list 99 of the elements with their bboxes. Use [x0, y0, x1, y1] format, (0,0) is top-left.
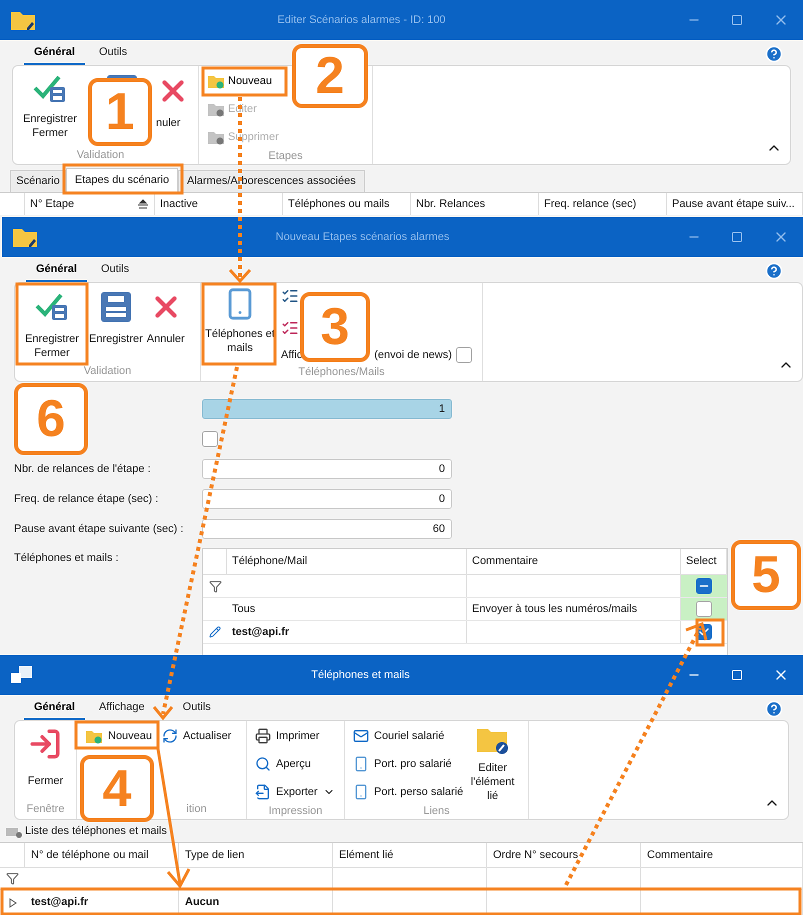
table-cell-text: Envoyer à tous les numéros/mails: [472, 602, 638, 617]
mail-icon: [353, 728, 369, 744]
window-title: Editer Scénarios alarmes - ID: 100: [276, 12, 447, 28]
group-label: Etapes: [267, 149, 304, 164]
save-close-button[interactable]: Enregistrer Fermer: [19, 289, 85, 360]
new-button[interactable]: Nouveau: [85, 725, 152, 747]
tab[interactable]: Etapes du scénario: [66, 168, 178, 192]
maximize-icon[interactable]: [731, 14, 743, 26]
group-label: Téléphones/Mails: [297, 364, 386, 380]
filter-icon[interactable]: [208, 580, 222, 592]
ribbon-button[interactable]: Nouveau: [207, 70, 272, 92]
table-cell-text: Tous: [232, 602, 256, 617]
group-label: Fenêtre: [26, 802, 64, 816]
callout-number: 6: [14, 383, 88, 455]
row-pointer-icon: [8, 898, 16, 908]
checklist-icon: [281, 319, 299, 337]
refresh-button[interactable]: Actualiser: [162, 725, 232, 747]
callout-number: 3: [300, 292, 370, 362]
field-label: Pause avant étape suivante (sec) :: [14, 522, 184, 535]
link-button[interactable]: Couriel salarié: [353, 725, 444, 747]
sort-icon: [137, 199, 149, 209]
column-header[interactable]: Ordre N° secours: [487, 843, 641, 867]
folder-icon: [207, 73, 225, 89]
help-icon[interactable]: [765, 45, 783, 63]
field-label: Nbr. de relances de l'étape :: [14, 462, 151, 475]
checkbox[interactable]: [696, 578, 712, 594]
column-header[interactable]: Commentaire: [467, 549, 681, 574]
table-cell-text: test@api.fr: [31, 895, 88, 910]
readonly-field: 1: [202, 399, 452, 419]
number-field[interactable]: 0: [202, 459, 452, 479]
export-button[interactable]: Exporter: [255, 781, 335, 803]
column-header[interactable]: Type de lien: [179, 843, 333, 867]
checkbox[interactable]: [202, 431, 218, 447]
highlight-frame: [696, 618, 724, 646]
print-button[interactable]: Imprimer: [255, 725, 320, 747]
column-header[interactable]: Commentaire: [641, 843, 803, 867]
folder-icon: [207, 101, 225, 117]
group-label: ition: [185, 802, 208, 816]
help-icon[interactable]: [765, 700, 783, 718]
folder-icon: [12, 226, 38, 248]
column-header[interactable]: Téléphone/Mail: [227, 549, 467, 574]
option-label: (envoi de news): [374, 348, 452, 363]
group-label: Impression: [268, 804, 324, 819]
window-title: Téléphones et mails: [310, 668, 411, 683]
group-label: Validation: [76, 148, 126, 162]
folder-icon: [85, 728, 103, 744]
refresh-icon: [162, 728, 178, 744]
column-header[interactable]: Select: [681, 549, 727, 574]
ribbon-tab[interactable]: Outils: [88, 44, 138, 65]
smartphone-icon: [353, 784, 369, 800]
save-close-button[interactable]: Enregistrer Fermer: [20, 74, 80, 140]
callout-number: 5: [731, 540, 801, 610]
link-button[interactable]: Port. perso salarié: [353, 781, 464, 803]
link-button[interactable]: Port. pro salarié: [353, 753, 452, 775]
checklist-icon: [281, 287, 299, 305]
ribbon-tab[interactable]: Outils: [172, 698, 221, 720]
check-save-icon: [33, 74, 67, 104]
cancel-button[interactable]: Annuler: [146, 289, 185, 346]
checkbox[interactable]: [696, 601, 712, 617]
folder-icon: [10, 9, 36, 31]
cancel-button[interactable]: nuler: [156, 74, 190, 130]
tab[interactable]: Scénario: [10, 170, 66, 192]
printer-icon: [255, 728, 271, 744]
magnifier-icon: [255, 756, 271, 772]
checkbox[interactable]: [456, 347, 472, 364]
callout-number: 2: [292, 44, 368, 108]
column-header[interactable]: Elément lié: [333, 843, 487, 867]
export-icon: [255, 784, 271, 800]
check-save-icon: [35, 292, 69, 322]
list-title: Liste des téléphones et mails: [25, 824, 167, 840]
tab[interactable]: Alarmes/Arborescences associées: [178, 170, 365, 192]
save-button[interactable]: Enregistrer: [89, 289, 143, 346]
option-label: Affic: [281, 348, 302, 363]
help-icon[interactable]: [765, 262, 783, 280]
exit-icon: [28, 727, 62, 761]
list-icon: [6, 826, 22, 838]
app-icon: [10, 664, 34, 686]
check-icon: [698, 626, 710, 638]
callout-number: 1: [88, 78, 152, 146]
number-field[interactable]: 60: [202, 519, 452, 539]
folder-icon: [207, 129, 225, 145]
window-title: Nouveau Etapes scénarios alarmes: [274, 230, 450, 245]
maximize-icon[interactable]: [731, 231, 743, 243]
number-field[interactable]: 0: [202, 489, 452, 509]
table-cell-text: test@api.fr: [232, 624, 290, 640]
field-label: Freq. de relance étape (sec) :: [14, 492, 158, 505]
table-cell-text: Aucun: [185, 895, 220, 910]
column-header[interactable]: N° de téléphone ou mail: [25, 843, 179, 867]
callout-number: 4: [80, 755, 154, 822]
filter-icon[interactable]: [6, 872, 19, 885]
smartphone-icon: [353, 756, 369, 772]
group-label: Liens: [422, 804, 451, 819]
ribbon-tab[interactable]: Outils: [90, 260, 140, 282]
field-label: Téléphones et mails :: [14, 552, 119, 564]
ribbon-tab[interactable]: Affichage: [88, 698, 155, 720]
close-button[interactable]: Fermer: [28, 721, 64, 800]
group-label: Validation: [82, 364, 132, 378]
edit-linked-button[interactable]: Editer l'élément lié: [465, 725, 520, 803]
preview-button[interactable]: Aperçu: [255, 753, 311, 775]
